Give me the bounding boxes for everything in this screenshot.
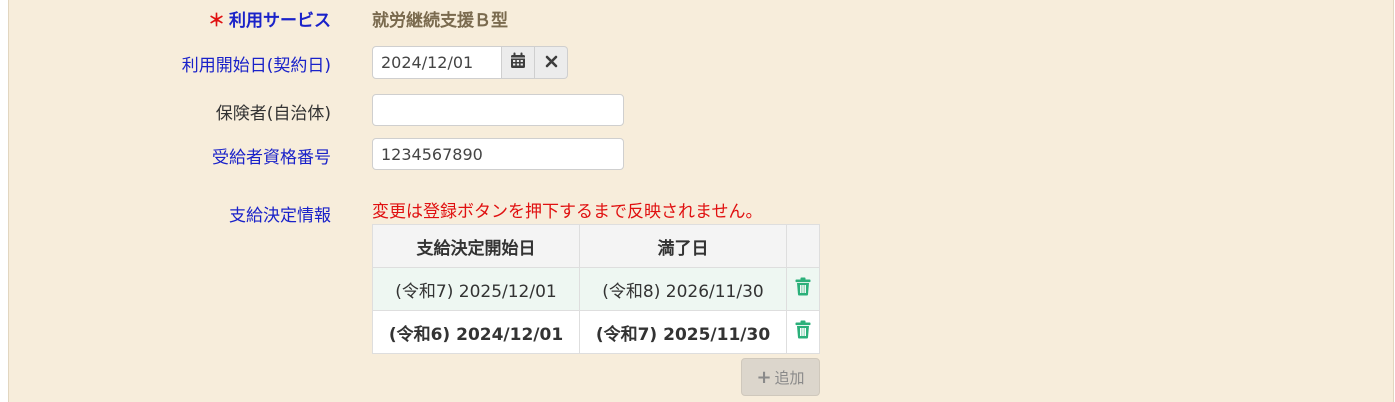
trash-icon [795, 277, 811, 296]
table-row[interactable]: (令和7) 2025/12/01 (令和8) 2026/11/30 [372, 267, 820, 311]
column-header-end: 満了日 [579, 224, 787, 268]
close-icon [545, 53, 558, 72]
delete-row-button[interactable] [786, 310, 820, 354]
unsaved-notice: 変更は登録ボタンを押下するまで反映されません。 [372, 202, 763, 222]
required-mark: ＊ [208, 11, 225, 31]
service-label: ＊利用サービス [208, 6, 331, 31]
delete-row-button[interactable] [786, 267, 820, 311]
payment-decision-label: 支給決定情報 [229, 206, 331, 226]
table-row[interactable]: (令和6) 2024/12/01 (令和7) 2025/11/30 [372, 310, 820, 354]
service-label-text: 利用サービス [229, 11, 331, 31]
cell-end-date: (令和7) 2025/11/30 [579, 310, 787, 354]
start-date-group [372, 46, 568, 79]
cell-end-date: (令和8) 2026/11/30 [579, 267, 787, 311]
insurer-label: 保険者(自治体) [215, 104, 331, 124]
plus-icon: + [756, 366, 772, 388]
service-value: 就労継続支援Ｂ型 [372, 11, 508, 31]
clear-date-button[interactable] [535, 46, 568, 79]
recipient-number-input[interactable] [372, 138, 624, 170]
column-header-actions [786, 224, 820, 268]
start-date-input[interactable] [372, 46, 502, 79]
payment-decision-table: 支給決定開始日 満了日 (令和7) 2025/12/01 (令和8) 2026/… [372, 224, 820, 354]
start-date-label: 利用開始日(契約日) [181, 56, 331, 76]
add-row-button[interactable]: + 追加 [741, 358, 820, 396]
recipient-number-label: 受給者資格番号 [212, 148, 331, 168]
table-header-row: 支給決定開始日 満了日 [372, 224, 820, 268]
calendar-icon [510, 52, 526, 73]
add-row-label: 追加 [774, 368, 805, 387]
trash-icon [795, 320, 811, 339]
insurer-input[interactable] [372, 94, 624, 126]
cell-start-date: (令和7) 2025/12/01 [372, 267, 580, 311]
calendar-button[interactable] [502, 46, 535, 79]
column-header-start: 支給決定開始日 [372, 224, 580, 268]
cell-start-date: (令和6) 2024/12/01 [372, 310, 580, 354]
